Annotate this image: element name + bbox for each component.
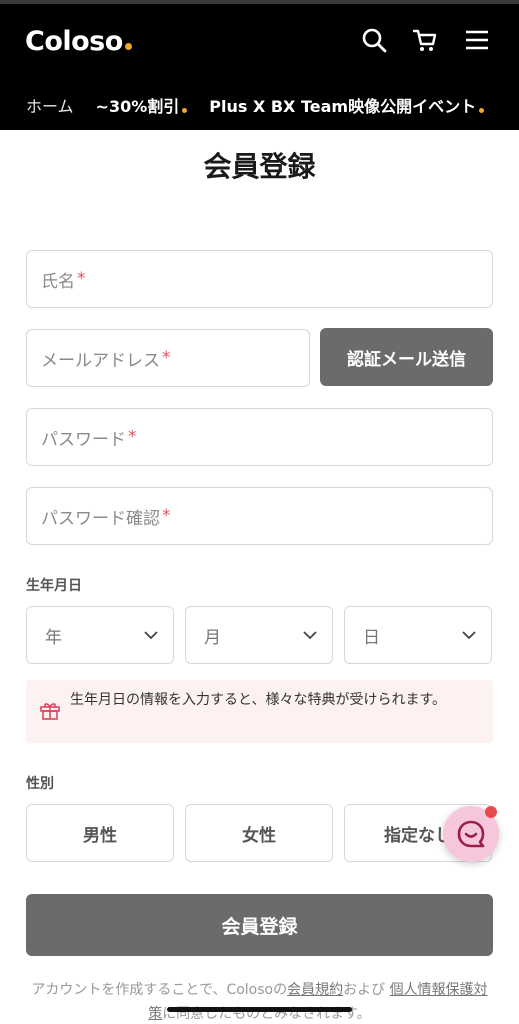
- password-placeholder: パスワード: [41, 429, 126, 450]
- required-mark: *: [128, 427, 137, 447]
- menu-icon[interactable]: [463, 26, 491, 54]
- birthdate-label: 生年月日: [26, 578, 82, 594]
- gender-label: 性別: [26, 776, 54, 792]
- top-nav: ホーム ~30%割引 Plus X BX Team映像公開イベント: [0, 90, 519, 120]
- chevron-down-icon: [462, 631, 476, 640]
- page-title: 会員登録: [203, 150, 316, 183]
- email-field[interactable]: メールアドレス *: [26, 329, 310, 387]
- day-select[interactable]: 日: [344, 606, 492, 664]
- notice-text: 生年月日の情報を入力すると、様々な特典が受けられます。: [70, 692, 447, 708]
- nav-home[interactable]: ホーム: [26, 93, 74, 117]
- nav-dot: [182, 107, 188, 113]
- gift-icon: [40, 703, 60, 720]
- send-verification-button[interactable]: 認証メール送信: [320, 328, 493, 386]
- terms-mid: および: [343, 982, 390, 998]
- notification-badge: [485, 806, 497, 818]
- day-value: 日: [363, 627, 380, 648]
- birthdate-benefit-notice: 生年月日の情報を入力すると、様々な特典が受けられます。: [26, 680, 493, 743]
- home-indicator: [167, 1007, 352, 1012]
- cart-icon[interactable]: [411, 26, 439, 54]
- password-confirm-placeholder: パスワード確認: [41, 508, 160, 529]
- gender-male-button[interactable]: 男性: [26, 804, 174, 862]
- required-mark: *: [162, 506, 171, 526]
- year-value: 年: [45, 627, 62, 648]
- chevron-down-icon: [144, 631, 158, 640]
- terms-notice: アカウントを作成することで、Colosoの会員規約および 個人情報保護対策に同意…: [0, 978, 519, 1024]
- month-select[interactable]: 月: [185, 606, 333, 664]
- nav-discount[interactable]: ~30%割引: [96, 93, 188, 117]
- terms-of-service-link[interactable]: 会員規約: [287, 982, 343, 998]
- search-icon[interactable]: [360, 26, 388, 54]
- gender-female-button[interactable]: 女性: [185, 804, 333, 862]
- top-header: Coloso ホーム ~30%割引 Plus X BX Team映像公開イベント: [0, 0, 519, 130]
- nav-home-label: ホーム: [26, 97, 74, 116]
- required-mark: *: [162, 348, 171, 368]
- chevron-down-icon: [303, 631, 317, 640]
- password-confirm-field[interactable]: パスワード確認 *: [26, 487, 493, 545]
- nav-discount-label: ~30%割引: [95, 97, 180, 116]
- email-placeholder: メールアドレス: [41, 350, 160, 371]
- terms-prefix: アカウントを作成することで、Colosoの: [31, 982, 288, 998]
- chat-support-button[interactable]: [443, 806, 499, 862]
- register-submit-button[interactable]: 会員登録: [26, 894, 493, 956]
- logo-dot: [124, 43, 132, 50]
- required-mark: *: [77, 269, 86, 289]
- coloso-logo[interactable]: Coloso: [25, 26, 132, 57]
- logo-text: Coloso: [25, 26, 123, 57]
- nav-event[interactable]: Plus X BX Team映像公開イベント: [209, 93, 485, 117]
- year-select[interactable]: 年: [26, 606, 174, 664]
- nav-dot: [479, 107, 485, 113]
- chat-icon: [457, 820, 485, 848]
- password-field[interactable]: パスワード *: [26, 408, 493, 466]
- nav-event-label: Plus X BX Team映像公開イベント: [209, 97, 477, 116]
- month-value: 月: [204, 627, 221, 648]
- name-placeholder: 氏名: [41, 271, 75, 292]
- name-field[interactable]: 氏名 *: [26, 250, 493, 308]
